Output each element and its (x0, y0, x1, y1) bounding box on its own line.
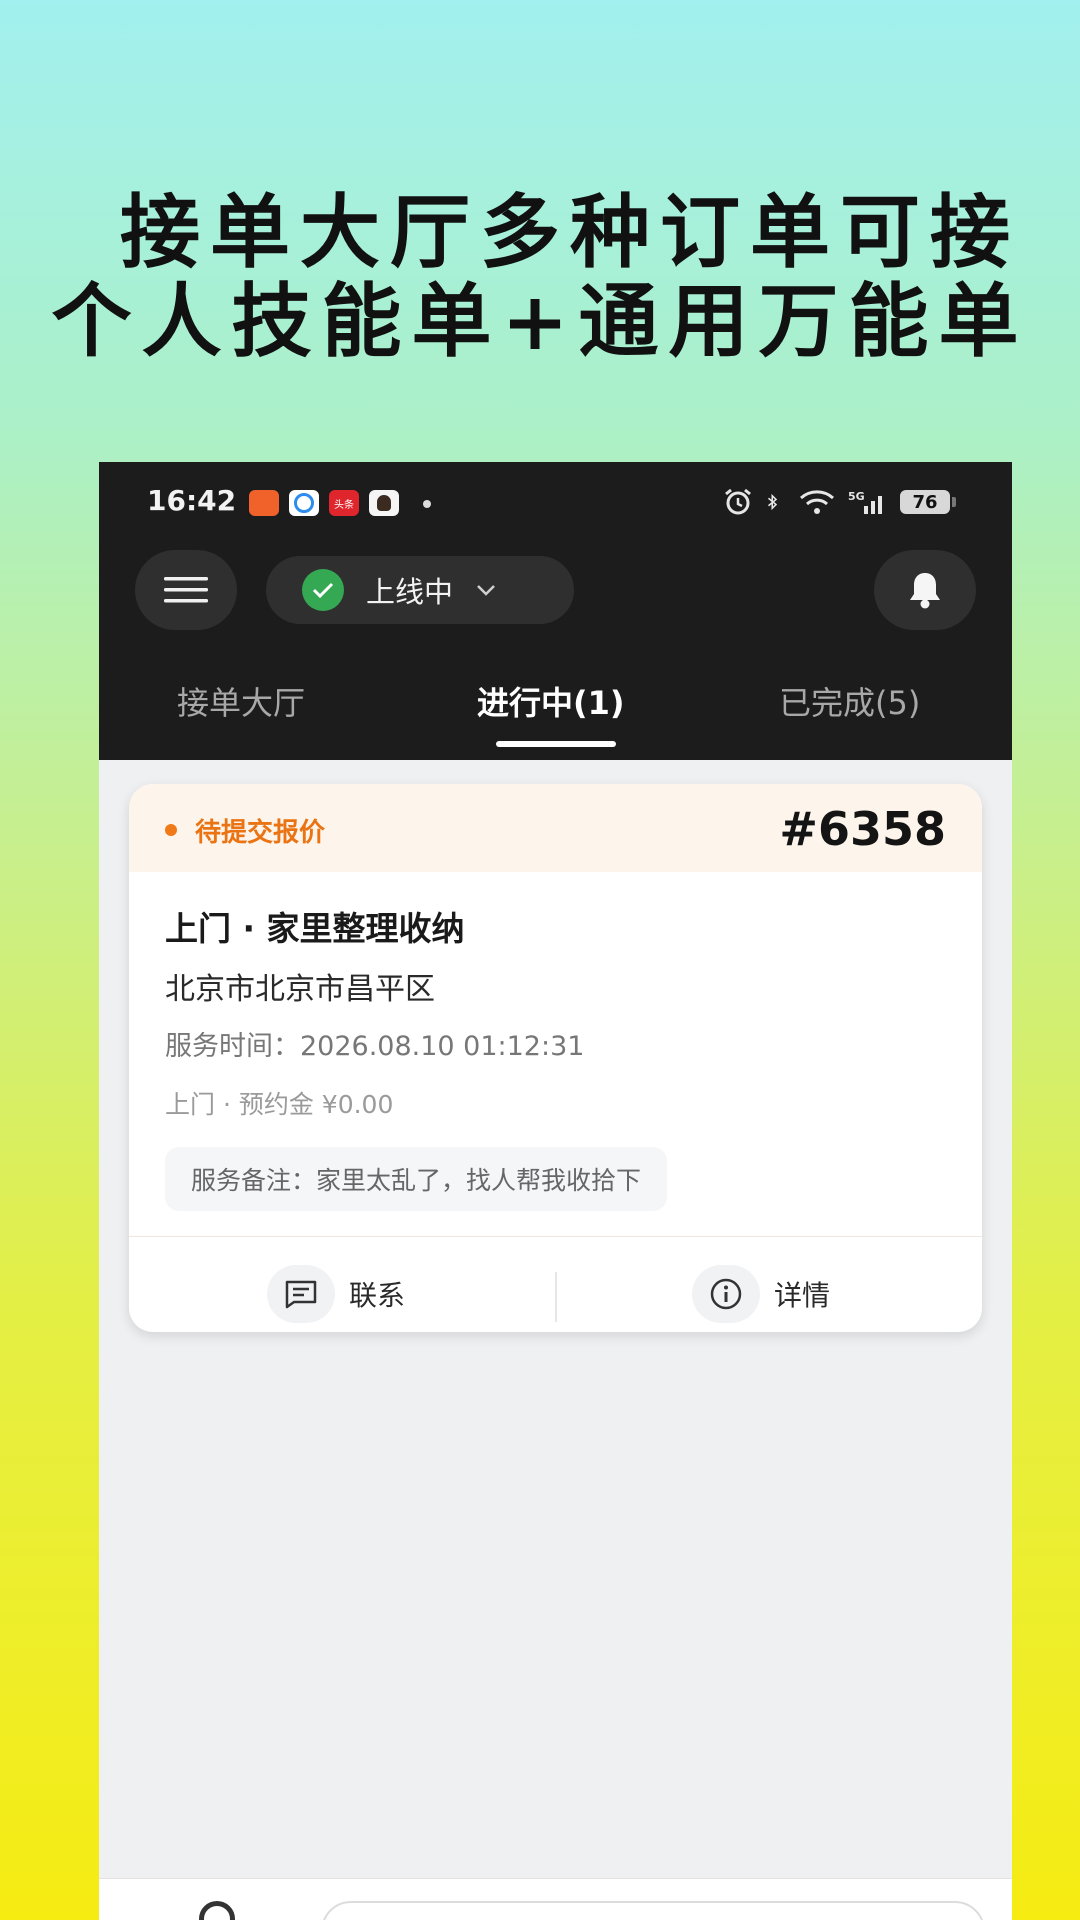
order-status: 待提交报价 (195, 818, 326, 848)
top-bar: 16:42 头条 5G 76 上线中 接单大厅 进行中(1) 已完成(5) (99, 462, 1012, 760)
check-icon (302, 569, 344, 611)
notification-icons: 头条 (249, 490, 399, 516)
action-divider (555, 1272, 557, 1322)
alarm-icon (725, 488, 751, 515)
active-tab-indicator (496, 741, 616, 747)
contact-button[interactable]: 联系 (267, 1256, 405, 1332)
order-card[interactable]: 待提交报价 #6358 上门 · 家里整理收纳 北京市北京市昌平区 服务时间：2… (129, 784, 982, 1332)
bottom-input[interactable] (321, 1901, 985, 1920)
deposit-info: 上门 · 预约金 ¥0.00 (165, 1090, 394, 1119)
detail-label: 详情 (774, 1279, 831, 1312)
notifications-button[interactable] (874, 550, 976, 630)
toutiao-app-icon: 头条 (329, 490, 359, 516)
menu-icon (164, 577, 208, 603)
service-title: 上门 · 家里整理收纳 (165, 909, 465, 948)
bell-icon (910, 573, 940, 609)
tab-order-hall[interactable]: 接单大厅 (177, 678, 305, 724)
chevron-down-icon (477, 585, 495, 596)
status-time: 16:42 (147, 484, 237, 517)
tab-completed[interactable]: 已完成(5) (779, 678, 920, 724)
signal-5g-icon: 5G (848, 490, 882, 514)
contact-label: 联系 (349, 1279, 406, 1312)
phone-screenshot: 16:42 头条 5G 76 上线中 接单大厅 进行中(1) 已完成(5) 待提… (99, 462, 1012, 1920)
service-time: 服务时间：2026.08.10 01:12:31 (165, 1031, 585, 1062)
battery-indicator: 76 (900, 490, 956, 514)
network-type-label: 5G (848, 490, 865, 503)
menu-button[interactable] (135, 550, 237, 630)
message-icon (267, 1265, 335, 1323)
avatar-app-icon (369, 490, 399, 516)
online-status-dropdown[interactable]: 上线中 (266, 556, 574, 624)
detail-button[interactable]: 详情 (692, 1256, 830, 1332)
app-notification-icon (289, 490, 319, 516)
status-dot (165, 824, 177, 836)
order-number: #6358 (779, 802, 946, 856)
order-card-header: 待提交报价 #6358 (129, 784, 982, 872)
card-divider (129, 1236, 982, 1237)
settings-icon[interactable] (199, 1901, 235, 1920)
online-status-label: 上线中 (366, 575, 454, 609)
info-icon (692, 1265, 760, 1323)
more-notifications-dot (423, 500, 431, 508)
wifi-icon (800, 490, 834, 514)
bluetooth-icon (767, 493, 778, 511)
service-remark: 服务备注：家里太乱了，找人帮我收拾下 (165, 1147, 668, 1211)
promo-headline-line2: 个人技能单+通用万能单 (51, 274, 1029, 368)
system-status-icons: 5G 76 (722, 488, 956, 516)
service-address: 北京市北京市昌平区 (165, 972, 435, 1007)
app-notification-icon (249, 490, 279, 516)
tab-in-progress[interactable]: 进行中(1) (477, 678, 625, 724)
bottom-bar (99, 1878, 1012, 1920)
